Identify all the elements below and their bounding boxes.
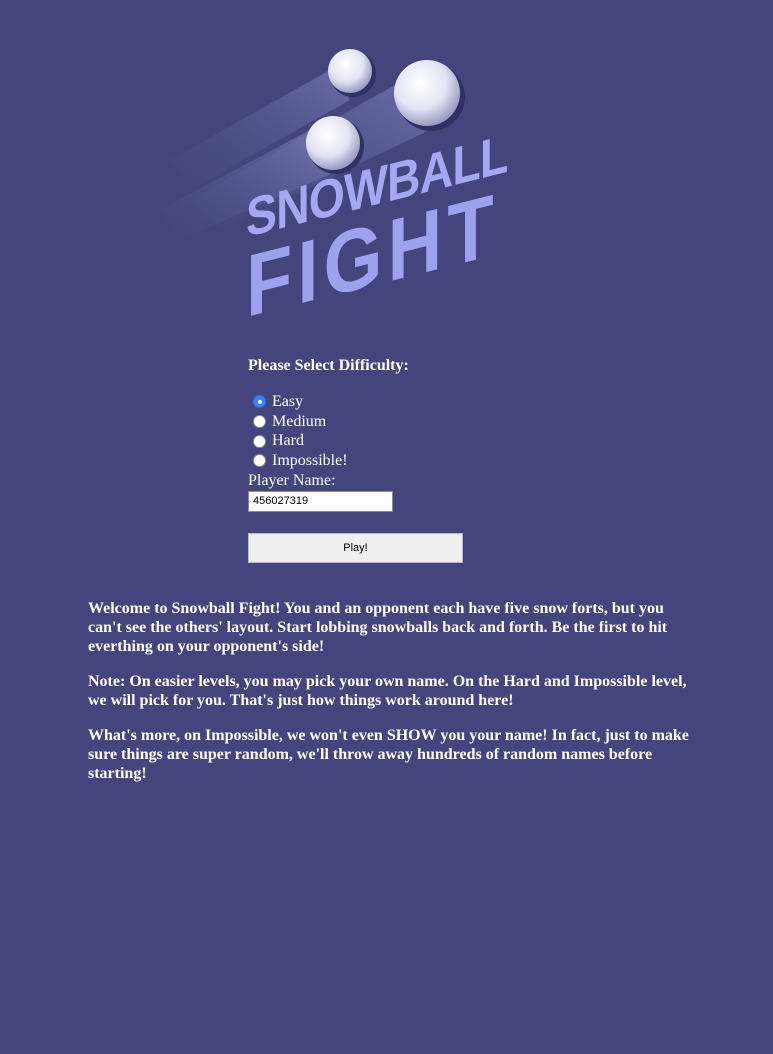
- difficulty-option-hard[interactable]: Hard: [248, 431, 508, 451]
- description-paragraph-welcome: Welcome to Snowball Fight! You and an op…: [88, 600, 668, 655]
- radio-hard[interactable]: [253, 434, 266, 448]
- radio-label-medium: Medium: [272, 412, 327, 430]
- snowball-fight-logo: SNOWBALL FIGHT: [150, 40, 507, 336]
- radio-medium[interactable]: [253, 415, 266, 429]
- difficulty-option-impossible[interactable]: Impossible!: [248, 451, 508, 471]
- difficulty-option-medium[interactable]: Medium: [248, 412, 508, 432]
- difficulty-option-easy[interactable]: Easy: [248, 392, 508, 412]
- description-paragraph-impossible: What's more, on Impossible, we won't eve…: [88, 727, 689, 782]
- radio-label-impossible: Impossible!: [272, 451, 348, 469]
- radio-label-easy: Easy: [272, 392, 304, 410]
- snowball-icon: [328, 49, 372, 93]
- player-name-input[interactable]: [248, 490, 393, 512]
- radio-label-hard: Hard: [272, 432, 304, 450]
- difficulty-radio-group: Easy Medium Hard Impossible!: [248, 392, 508, 471]
- play-button[interactable]: Play!: [248, 532, 463, 563]
- description-paragraph-note: Note: On easier levels, you may pick you…: [88, 673, 687, 709]
- difficulty-heading: Please Select Difficulty:: [248, 357, 409, 374]
- snowball-icon: [394, 60, 460, 126]
- radio-impossible[interactable]: [253, 454, 266, 468]
- game-description: Welcome to Snowball Fight! You and an op…: [88, 599, 693, 799]
- radio-easy[interactable]: [253, 395, 266, 409]
- player-name-label: Player Name:: [248, 471, 336, 489]
- game-setup-form: Please Select Difficulty: Easy Medium Ha…: [248, 356, 508, 563]
